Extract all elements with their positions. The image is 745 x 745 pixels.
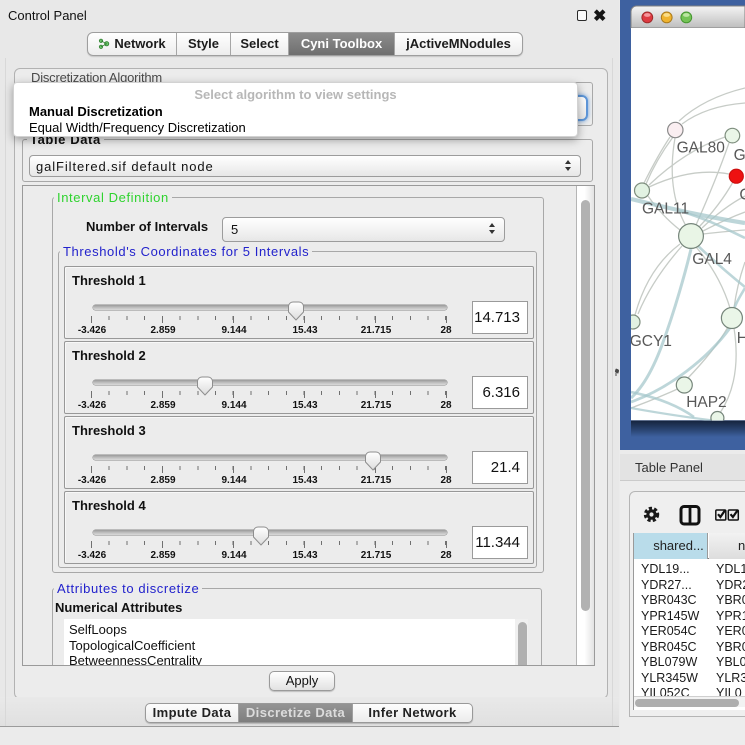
svg-text:GAL80: GAL80 xyxy=(677,140,726,157)
svg-text:C: C xyxy=(739,187,745,204)
svg-text:HAP2: HAP2 xyxy=(686,394,727,411)
svg-text:H: H xyxy=(737,330,745,347)
svg-text:GAL11: GAL11 xyxy=(642,201,689,218)
svg-text:GAL4: GAL4 xyxy=(692,251,732,268)
svg-text:GA: GA xyxy=(734,147,745,164)
svg-text:GCY1: GCY1 xyxy=(630,333,672,350)
